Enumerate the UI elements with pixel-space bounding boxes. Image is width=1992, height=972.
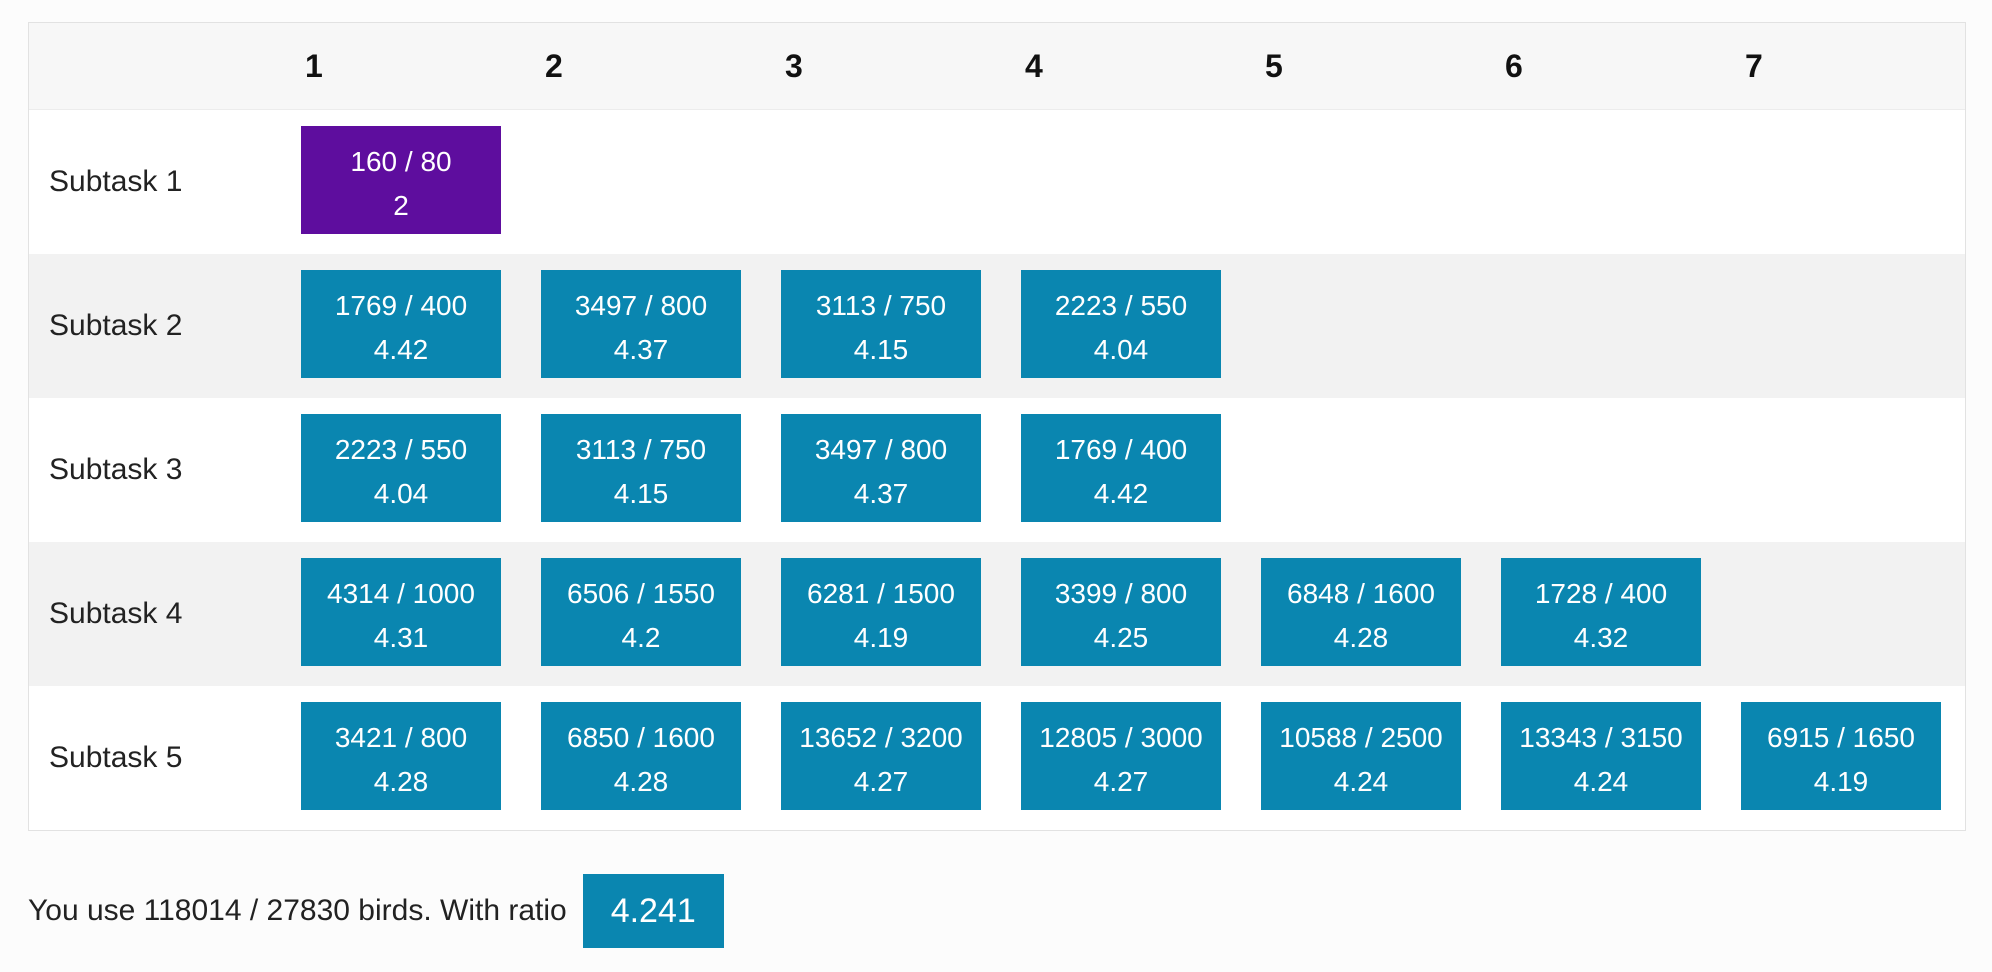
cell-fraction: 6915 / 1650 [1767, 722, 1915, 753]
cell-ratio: 4.27 [1093, 766, 1149, 797]
cell-fraction: 10588 / 2500 [1279, 722, 1443, 753]
cell-fraction: 2223 / 550 [334, 434, 468, 465]
subtask-label: Subtask 2 [49, 309, 183, 342]
column-header-1: 1 [305, 48, 323, 84]
summary-text: You use 118014 / 27830 birds. With ratio [28, 894, 567, 927]
score-cell[interactable]: 12805 / 3000 4.27 [1021, 702, 1221, 810]
score-cell[interactable]: 2223 / 550 4.04 [1021, 270, 1221, 378]
cell-ratio: 4.27 [853, 766, 909, 797]
score-cell[interactable]: 6848 / 1600 4.28 [1261, 558, 1461, 666]
cell-ratio: 4.04 [1093, 334, 1149, 365]
score-cell[interactable]: 1769 / 400 4.42 [1021, 414, 1221, 522]
score-cell[interactable]: 3113 / 750 4.15 [781, 270, 981, 378]
column-header-row: 1 2 3 4 5 6 7 [29, 23, 1965, 110]
score-cell[interactable]: 2223 / 550 4.04 [301, 414, 501, 522]
summary-ratio-badge: 4.241 [582, 874, 724, 948]
subtask-row-4: Subtask 4 4314 / 1000 4.31 6506 / 1550 4.2 62… [29, 542, 1965, 686]
cell-fraction: 1728 / 400 [1534, 578, 1668, 609]
score-cell[interactable]: 4314 / 1000 4.31 [301, 558, 501, 666]
cell-ratio: 4.04 [373, 478, 429, 509]
subtask-row-5: Subtask 5 3421 / 800 4.28 6850 / 1600 4.28 13… [29, 686, 1965, 830]
column-header-2: 2 [545, 48, 563, 84]
score-cell[interactable]: 160 / 80 2 [301, 126, 501, 234]
cell-fraction: 3421 / 800 [334, 722, 468, 753]
cell-fraction: 6850 / 1600 [567, 722, 715, 753]
cell-fraction: 3399 / 800 [1054, 578, 1188, 609]
score-cell[interactable]: 10588 / 2500 4.24 [1261, 702, 1461, 810]
cell-ratio: 4.42 [1093, 478, 1149, 509]
cell-ratio: 4.24 [1333, 766, 1389, 797]
summary-bar: You use 118014 / 27830 birds. With ratio… [28, 874, 724, 948]
score-cell[interactable]: 3497 / 800 4.37 [541, 270, 741, 378]
cell-fraction: 13652 / 3200 [799, 722, 963, 753]
subtask-label: Subtask 3 [49, 453, 183, 486]
score-cell[interactable]: 6281 / 1500 4.19 [781, 558, 981, 666]
cell-fraction: 160 / 80 [350, 146, 452, 177]
score-cell[interactable]: 3497 / 800 4.37 [781, 414, 981, 522]
cell-fraction: 2223 / 550 [1054, 290, 1188, 321]
subtask-row-2: Subtask 2 1769 / 400 4.42 3497 / 800 4.37 311… [29, 254, 1965, 398]
subtask-row-3: Subtask 3 2223 / 550 4.04 3113 / 750 4.15 349… [29, 398, 1965, 542]
cell-fraction: 3113 / 750 [575, 434, 707, 465]
cell-ratio: 4.19 [853, 622, 909, 653]
column-header-4: 4 [1025, 48, 1043, 84]
score-cell[interactable]: 13652 / 3200 4.27 [781, 702, 981, 810]
cell-fraction: 3497 / 800 [574, 290, 708, 321]
cell-fraction: 12805 / 3000 [1039, 722, 1203, 753]
cell-ratio: 4.28 [373, 766, 429, 797]
cell-ratio: 4.37 [853, 478, 909, 509]
subtask-rows: Subtask 1 160 / 80 2 Subtask 2 1769 / 400 4.4… [29, 110, 1965, 830]
subtask-label: Subtask 5 [49, 741, 183, 774]
column-header-7: 7 [1745, 48, 1763, 84]
score-cell[interactable]: 3113 / 750 4.15 [541, 414, 741, 522]
cell-ratio: 4.42 [373, 334, 429, 365]
cell-ratio: 4.2 [621, 622, 661, 653]
cell-ratio: 4.25 [1093, 622, 1149, 653]
subtask-label: Subtask 4 [49, 597, 183, 630]
column-header-3: 3 [785, 48, 803, 84]
cell-ratio: 4.37 [613, 334, 669, 365]
score-cell[interactable]: 3399 / 800 4.25 [1021, 558, 1221, 666]
cell-fraction: 6506 / 1550 [567, 578, 715, 609]
cell-ratio: 4.15 [853, 334, 909, 365]
score-cell[interactable]: 6850 / 1600 4.28 [541, 702, 741, 810]
column-header-6: 6 [1505, 48, 1523, 84]
score-cell[interactable]: 3421 / 800 4.28 [301, 702, 501, 810]
cell-ratio: 4.28 [613, 766, 669, 797]
cell-fraction: 3497 / 800 [814, 434, 948, 465]
cell-fraction: 6281 / 1500 [807, 578, 955, 609]
cell-fraction: 1769 / 400 [1054, 434, 1188, 465]
subtask-row-1: Subtask 1 160 / 80 2 [29, 110, 1965, 254]
cell-ratio: 4.28 [1333, 622, 1389, 653]
subtask-label: Subtask 1 [49, 165, 183, 198]
cell-fraction: 6848 / 1600 [1287, 578, 1435, 609]
cell-ratio: 4.19 [1813, 766, 1869, 797]
score-cell[interactable]: 1728 / 400 4.32 [1501, 558, 1701, 666]
cell-fraction: 3113 / 750 [815, 290, 947, 321]
column-header-5: 5 [1265, 48, 1283, 84]
score-cell[interactable]: 13343 / 3150 4.24 [1501, 702, 1701, 810]
score-cell[interactable]: 1769 / 400 4.42 [301, 270, 501, 378]
cell-ratio: 4.32 [1573, 622, 1629, 653]
cell-ratio: 4.31 [373, 622, 429, 653]
score-cell[interactable]: 6915 / 1650 4.19 [1741, 702, 1941, 810]
subtask-table: 1 2 3 4 5 6 7 Subtask 1 160 / 80 2 Subtask 2 1769 … [28, 22, 1966, 831]
cell-fraction: 13343 / 3150 [1519, 722, 1683, 753]
cell-fraction: 4314 / 1000 [327, 578, 475, 609]
score-cell[interactable]: 6506 / 1550 4.2 [541, 558, 741, 666]
cell-ratio: 2 [393, 190, 409, 221]
cell-fraction: 1769 / 400 [334, 290, 468, 321]
cell-ratio: 4.15 [613, 478, 669, 509]
cell-ratio: 4.24 [1573, 766, 1629, 797]
